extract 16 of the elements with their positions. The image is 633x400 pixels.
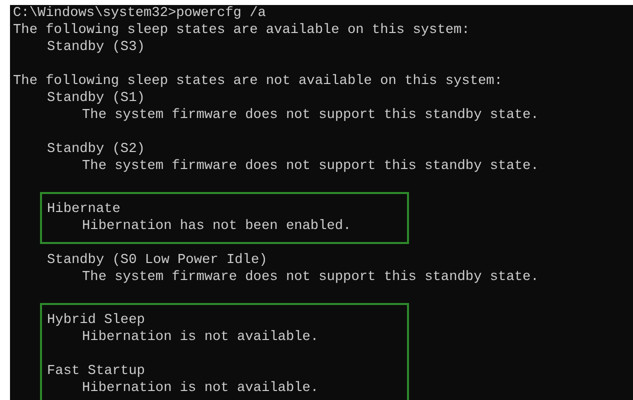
state-reason: Hibernation is not available. [82,329,319,346]
section-heading: The following sleep states are not available on this system: [13,73,502,90]
state-name: Standby (S1) [47,90,145,107]
state-reason: The system firmware does not support this standby state. [82,158,539,175]
state-name: Fast Startup [47,363,145,380]
state-name: Hibernate [47,201,120,218]
section-heading: The following sleep states are available on this system: [13,22,470,39]
state-reason: Hibernation is not available. [82,380,319,397]
command-line: C:\Windows\system32>powercfg /a [13,5,266,22]
state-name: Standby (S2) [47,141,145,158]
state-reason: The system firmware does not support this standby state. [82,269,539,286]
state-name: Standby (S0 Low Power Idle) [47,252,268,269]
state-reason: The system firmware does not support this standby state. [82,107,539,124]
state-name: Hybrid Sleep [47,312,145,329]
state-name: Standby (S3) [47,39,145,56]
state-reason: Hibernation has not been enabled. [82,218,352,235]
